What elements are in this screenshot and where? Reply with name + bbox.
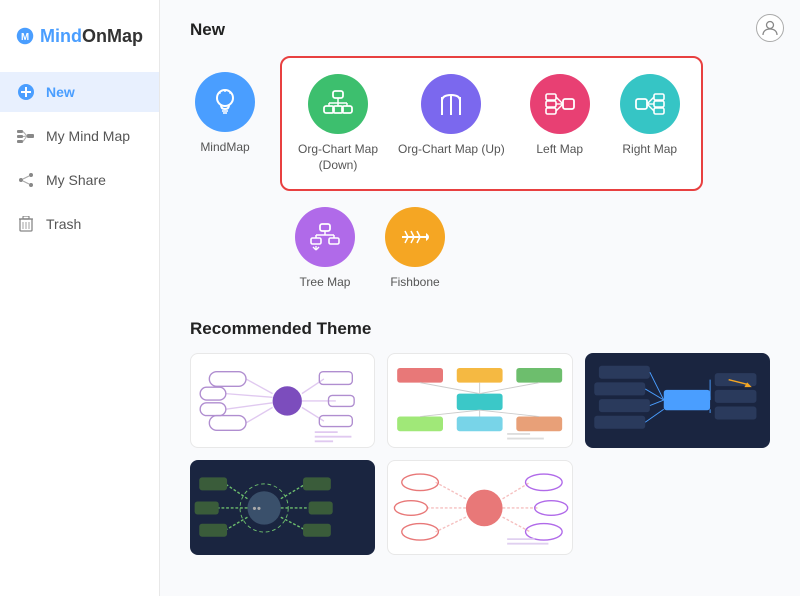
sidebar: M MindOnMap New My Mind Map My Share Tra… xyxy=(0,0,160,596)
org-chart-up-icon xyxy=(421,74,481,134)
sidebar-item-my-share-label: My Share xyxy=(46,172,106,188)
theme-card-4[interactable]: ●● xyxy=(190,460,375,555)
template-org-chart-down[interactable]: Org-Chart Map(Down) xyxy=(298,74,378,173)
fishbone-label: Fishbone xyxy=(390,275,439,291)
theme-preview-3 xyxy=(585,353,770,448)
right-map-label: Right Map xyxy=(622,142,677,158)
org-down-icon xyxy=(321,87,355,121)
themes-grid: ●● xyxy=(190,353,770,555)
new-section-title: New xyxy=(190,20,770,40)
template-left-map[interactable]: Left Map xyxy=(525,74,595,173)
left-icon xyxy=(543,87,577,121)
template-mindmap[interactable]: MindMap xyxy=(190,56,260,172)
logo-text: MindOnMap xyxy=(40,26,143,47)
template-fishbone[interactable]: Fishbone xyxy=(380,207,450,291)
sidebar-item-new[interactable]: New xyxy=(0,72,159,112)
templates-row2: Tree Map Fishbone xyxy=(190,199,770,299)
right-map-icon xyxy=(620,74,680,134)
bulb-icon xyxy=(208,85,242,119)
theme-card-2[interactable] xyxy=(387,353,572,448)
sidebar-item-my-mind-map-label: My Mind Map xyxy=(46,128,130,144)
sidebar-item-new-label: New xyxy=(46,84,75,100)
trash-icon xyxy=(16,214,36,234)
fishbone-diagram-icon xyxy=(398,220,432,254)
mindmap-label: MindMap xyxy=(200,140,249,156)
svg-text:M: M xyxy=(21,32,29,43)
tree-map-icon xyxy=(295,207,355,267)
user-avatar[interactable] xyxy=(756,14,784,42)
org-up-icon xyxy=(434,87,468,121)
logo: M MindOnMap xyxy=(0,16,159,68)
fishbone-icon xyxy=(385,207,445,267)
tree-map-label: Tree Map xyxy=(300,275,351,291)
left-map-icon xyxy=(530,74,590,134)
sidebar-item-my-mind-map[interactable]: My Mind Map xyxy=(0,116,159,156)
right-icon xyxy=(633,87,667,121)
theme-card-5[interactable] xyxy=(387,460,572,555)
main-content: New MindMap xyxy=(160,0,800,596)
theme-card-1[interactable] xyxy=(190,353,375,448)
theme-preview-1 xyxy=(191,354,374,447)
org-chart-down-icon xyxy=(308,74,368,134)
tree-icon xyxy=(308,220,342,254)
theme-preview-4: ●● xyxy=(190,460,375,555)
org-chart-up-label: Org-Chart Map (Up) xyxy=(398,142,505,158)
highlighted-templates-box: Org-Chart Map(Down) Org-Chart Map (Up) xyxy=(280,56,703,191)
template-org-chart-up[interactable]: Org-Chart Map (Up) xyxy=(398,74,505,173)
topbar xyxy=(756,14,784,42)
map-icon xyxy=(16,126,36,146)
plus-icon xyxy=(16,82,36,102)
logo-icon: M xyxy=(16,24,34,48)
left-map-label: Left Map xyxy=(536,142,583,158)
recommended-theme-title: Recommended Theme xyxy=(190,319,770,339)
svg-text:●●: ●● xyxy=(252,504,261,513)
sidebar-item-trash[interactable]: Trash xyxy=(0,204,159,244)
mindmap-icon xyxy=(195,72,255,132)
theme-card-3[interactable] xyxy=(585,353,770,448)
theme-preview-5 xyxy=(388,461,571,554)
sidebar-item-my-share[interactable]: My Share xyxy=(0,160,159,200)
new-templates-area: MindMap xyxy=(190,56,770,191)
sidebar-item-trash-label: Trash xyxy=(46,216,81,232)
template-right-map[interactable]: Right Map xyxy=(615,74,685,173)
theme-preview-2 xyxy=(388,354,571,447)
share-icon xyxy=(16,170,36,190)
org-chart-down-label: Org-Chart Map(Down) xyxy=(298,142,378,173)
template-tree-map[interactable]: Tree Map xyxy=(290,207,360,291)
